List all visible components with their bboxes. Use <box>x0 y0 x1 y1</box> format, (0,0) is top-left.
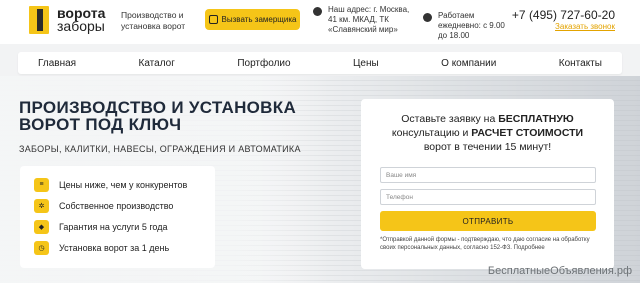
feature-item: ≡ Цены ниже, чем у конкурентов <box>34 174 201 195</box>
site-header: ворота заборы Производство и установка в… <box>0 0 640 44</box>
nav-item-about[interactable]: О компании <box>441 58 496 69</box>
gate-logo-icon <box>27 6 53 34</box>
logo-text: ворота заборы <box>57 6 105 34</box>
tagline: Производство и установка ворот <box>121 10 186 31</box>
nav-item-home[interactable]: Главная <box>38 58 76 69</box>
nav-item-prices[interactable]: Цены <box>353 58 379 69</box>
page-title-line1: ПРОИЗВОДСТВО И УСТАНОВКА <box>19 98 297 117</box>
form-title: Оставьте заявку на БЕСПЛАТНУЮ консультац… <box>361 112 614 154</box>
call-measurer-label: Вызвать замерщика <box>221 15 297 24</box>
nav-item-catalog[interactable]: Каталог <box>139 58 175 69</box>
call-measurer-button[interactable]: Вызвать замерщика <box>205 9 300 30</box>
logo[interactable]: ворота заборы <box>27 6 105 34</box>
feature-item: ✲ Собственное производство <box>34 195 201 216</box>
phone-number[interactable]: +7 (495) 727-60-20 <box>512 8 615 22</box>
calendar-icon <box>208 15 218 24</box>
form-title-free: БЕСПЛАТНУЮ <box>498 113 574 125</box>
page-title-line2: ВОРОТ ПОД КЛЮЧ <box>19 115 182 134</box>
page-title: ПРОИЗВОДСТВО И УСТАНОВКА ВОРОТ ПОД КЛЮЧ <box>19 99 296 133</box>
feature-text: Цены ниже, чем у конкурентов <box>59 179 188 190</box>
feature-text: Гарантия на услуги 5 года <box>59 221 168 232</box>
features-card: ≡ Цены ниже, чем у конкурентов ✲ Собстве… <box>20 166 215 268</box>
clock-icon: ◷ <box>34 240 49 255</box>
feature-text: Установка ворот за 1 день <box>59 242 170 253</box>
clock-icon <box>423 13 432 22</box>
name-input[interactable] <box>380 167 596 183</box>
form-title-cost: РАСЧЕТ СТОИМОСТИ <box>471 127 584 139</box>
order-callback-link[interactable]: Заказать звонок <box>555 22 615 31</box>
consent-note: *Отправкой данной формы - подтверждаю, ч… <box>380 237 590 251</box>
submit-button[interactable]: ОТПРАВИТЬ <box>380 211 596 231</box>
gears-icon: ✲ <box>34 198 49 213</box>
address-text: Наш адрес: г. Москва, 41 км. МКАД, ТК «С… <box>328 5 410 34</box>
nav-item-contacts[interactable]: Контакты <box>559 58 602 69</box>
main-nav: Главная Каталог Портфолио Цены О компани… <box>18 52 622 74</box>
page-subtitle: ЗАБОРЫ, КАЛИТКИ, НАВЕСЫ, ОГРАЖДЕНИЯ И АВ… <box>19 144 301 154</box>
phone-input[interactable] <box>380 189 596 205</box>
address-block: Наш адрес: г. Москва, 41 км. МКАД, ТК «С… <box>313 5 413 35</box>
shield-icon: ◆ <box>34 219 49 234</box>
location-pin-icon <box>313 7 322 16</box>
feature-text: Собственное производство <box>59 200 174 211</box>
feature-item: ◆ Гарантия на услуги 5 года <box>34 216 201 237</box>
form-title-part: Оставьте заявку на <box>401 113 499 125</box>
form-title-part: консультацию и <box>391 127 472 139</box>
feature-item: ◷ Установка ворот за 1 день <box>34 237 201 258</box>
hours-text: Работаем ежедневно: с 9.00 до 18.00 <box>438 11 505 40</box>
watermark: БесплатныеОбъявления.рф <box>487 265 632 277</box>
hours-block: Работаем ежедневно: с 9.00 до 18.00 <box>423 11 513 41</box>
form-title-part: ворот в течении 15 минут! <box>423 141 552 153</box>
logo-line2: заборы <box>57 18 105 34</box>
coins-icon: ≡ <box>34 177 49 192</box>
nav-item-portfolio[interactable]: Портфолио <box>237 58 290 69</box>
